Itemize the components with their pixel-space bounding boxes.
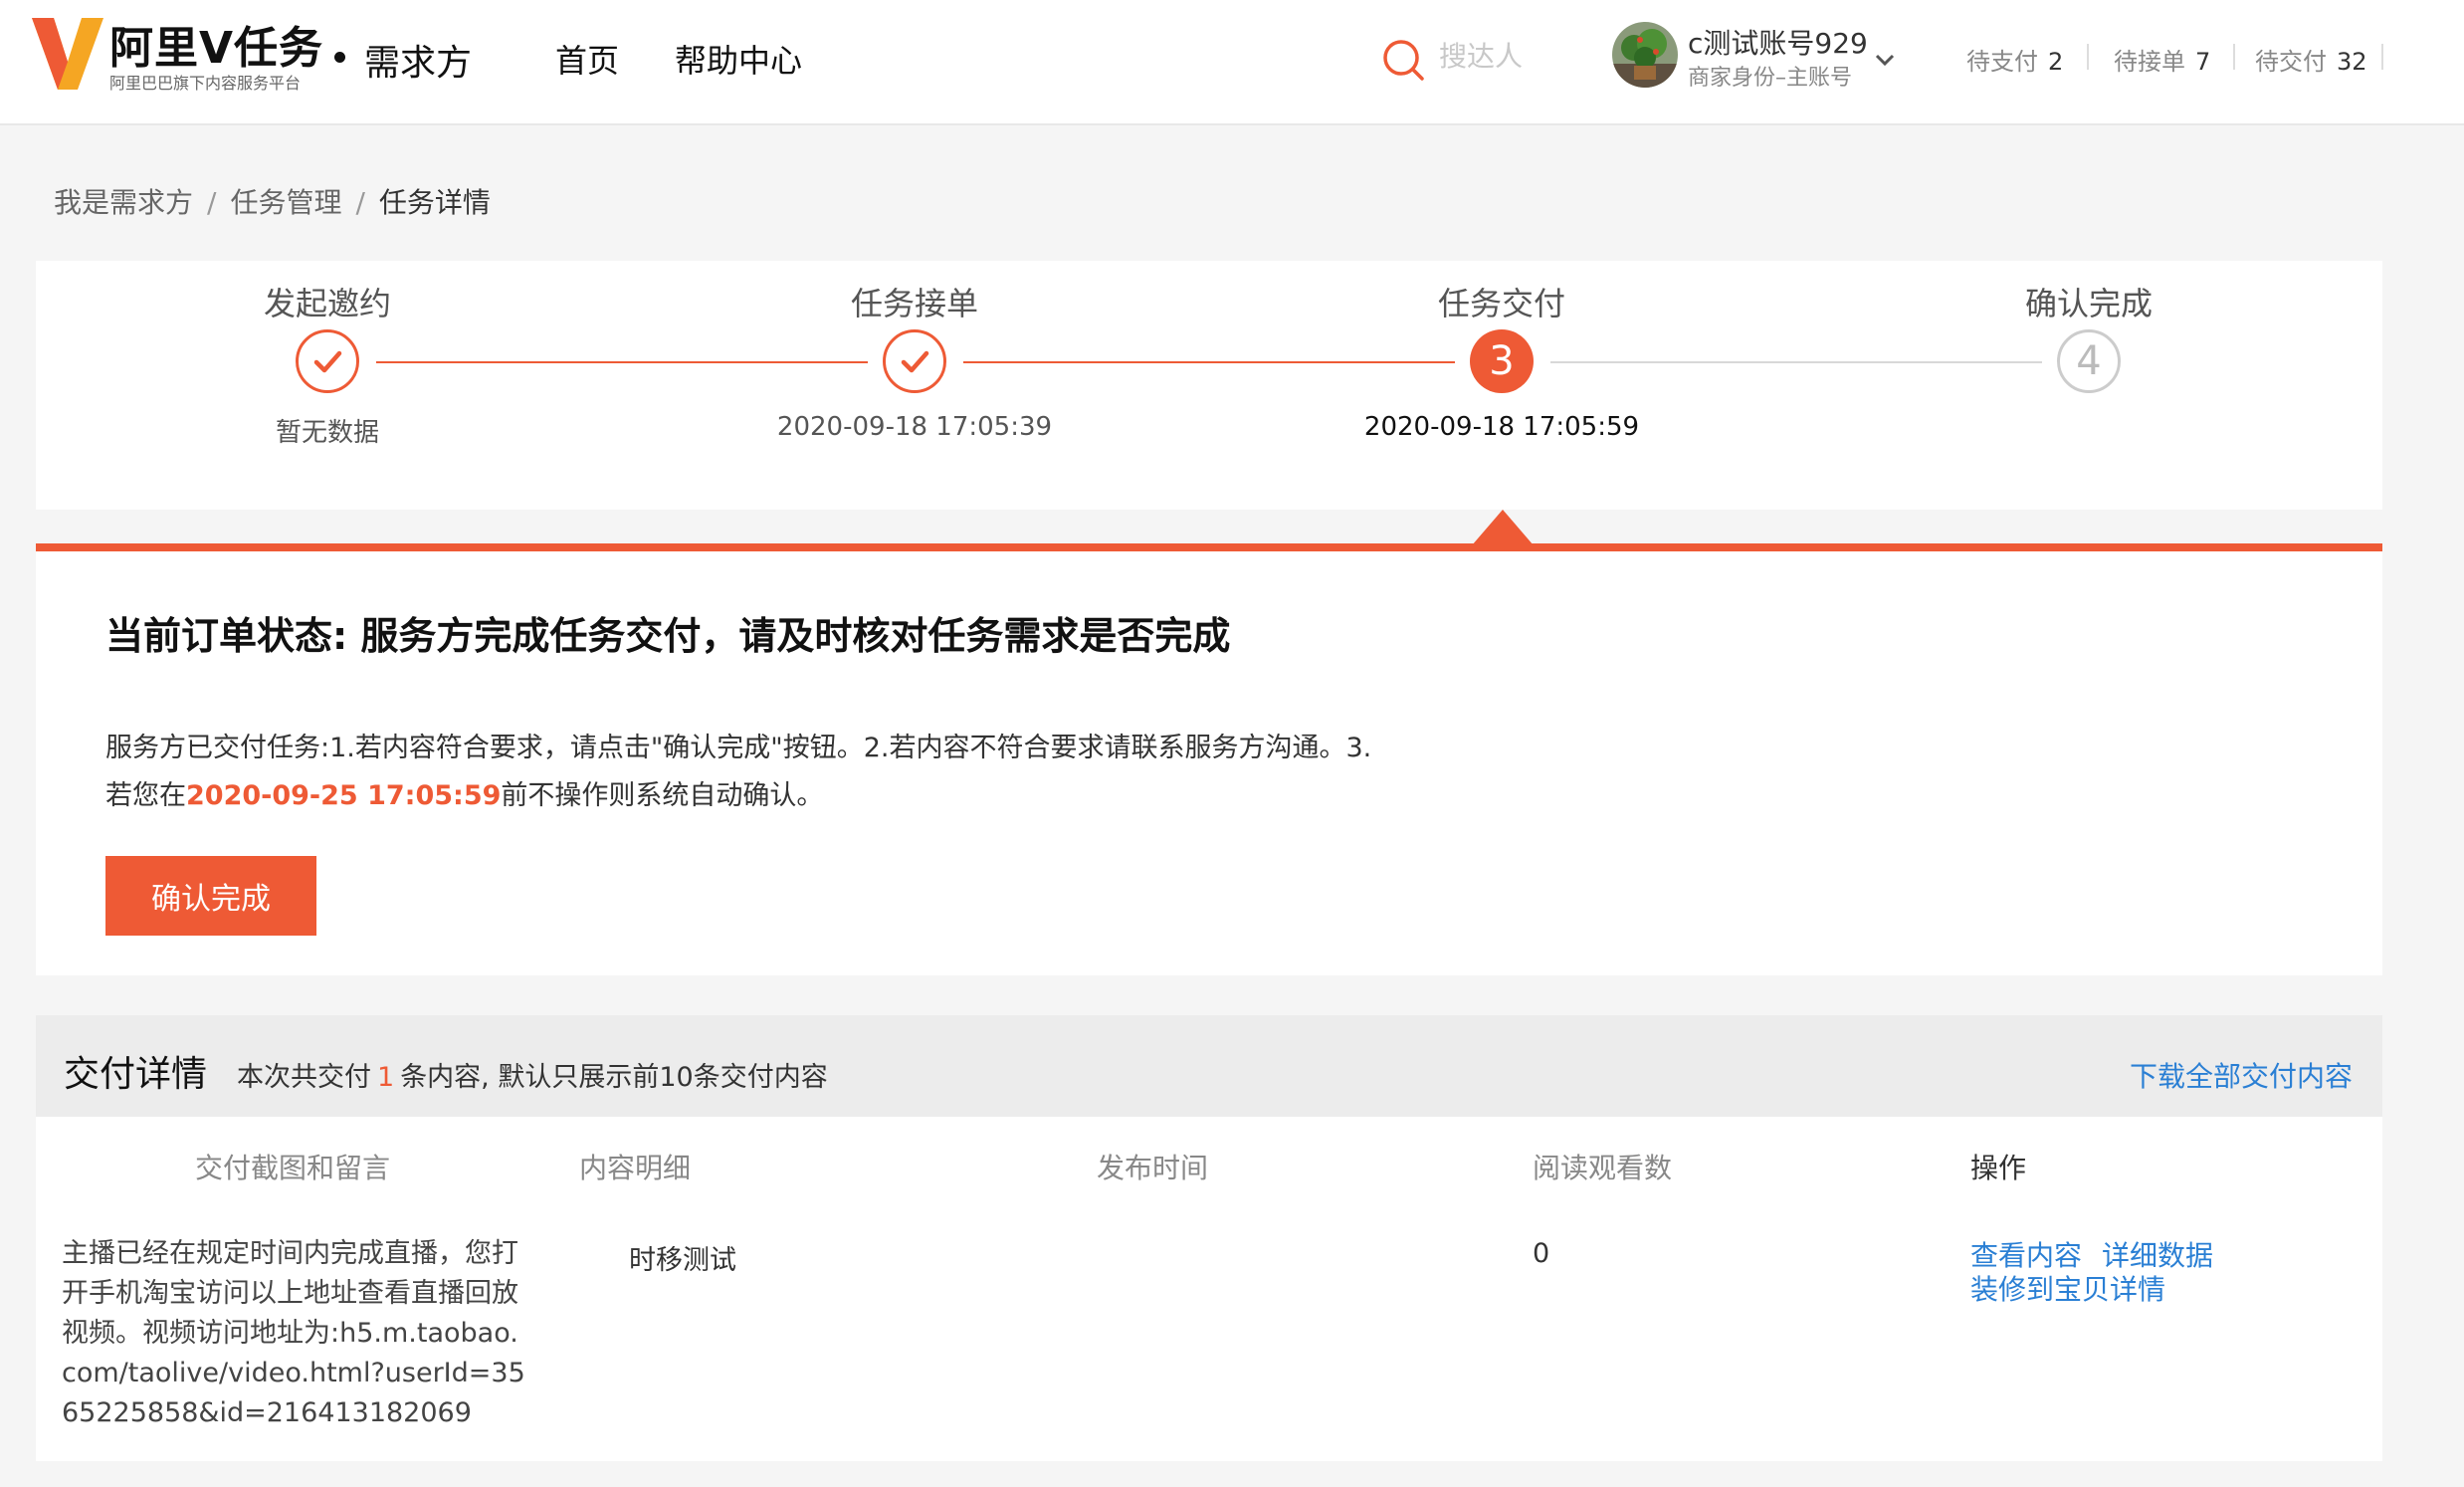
- breadcrumb-item[interactable]: 我是需求方: [54, 186, 193, 219]
- active-step-pointer: [1472, 510, 1534, 545]
- nav-help-center[interactable]: 帮助中心: [675, 36, 802, 82]
- avatar[interactable]: [1612, 22, 1678, 88]
- breadcrumb-item[interactable]: 任务管理: [230, 186, 341, 219]
- role-label: 需求方: [364, 43, 473, 84]
- logo-dot: [334, 52, 345, 63]
- step-label: 确认完成: [2024, 285, 2154, 322]
- check-icon: [313, 350, 342, 373]
- step-done-marker: [296, 329, 359, 393]
- content-detail: 时移测试: [629, 1245, 736, 1276]
- step-label: 任务接单: [850, 285, 979, 322]
- logo-subtitle: 阿里巴巴旗下内容服务平台: [109, 74, 302, 93]
- stat-divider: [2087, 44, 2089, 70]
- check-icon: [901, 350, 929, 373]
- step-label: 任务交付: [1437, 285, 1566, 322]
- top-header: 阿里V任务 阿里巴巴旗下内容服务平台 需求方 首页 帮助中心 c测试账号929 …: [0, 0, 2464, 125]
- step-active-marker: 3: [1470, 329, 1534, 393]
- order-status-description: 服务方已交付任务:1.若内容符合要求，请点击"确认完成"按钮。2.若内容不符合要…: [105, 725, 1371, 820]
- account-name[interactable]: c测试账号929: [1688, 22, 1868, 62]
- search-input[interactable]: [1439, 34, 1568, 78]
- breadcrumb-separator: /: [207, 186, 217, 219]
- step-connector: [376, 361, 868, 363]
- step-time: 2020-09-18 17:05:59: [1363, 412, 1640, 442]
- status-desc-line: 若您在2020-09-25 17:05:59前不操作则系统自动确认。: [105, 780, 824, 811]
- avatar-image-icon: [1612, 22, 1678, 88]
- delivery-count: 1: [377, 1062, 395, 1093]
- confirm-complete-button[interactable]: 确认完成: [105, 856, 316, 936]
- download-all-link[interactable]: 下载全部交付内容: [2130, 1055, 2353, 1095]
- column-header: 操作: [1970, 1152, 2027, 1184]
- stat-pending-delivery[interactable]: 待交付 32: [2255, 42, 2367, 77]
- stat-divider: [2233, 44, 2235, 70]
- column-header: 内容明细: [579, 1152, 692, 1184]
- step-connector: [1550, 361, 2042, 363]
- account-role: 商家身份–主账号: [1688, 66, 1853, 91]
- breadcrumb-separator: /: [355, 186, 365, 219]
- stat-pending-payment[interactable]: 待支付 2: [1966, 42, 2063, 77]
- auto-confirm-deadline: 2020-09-25 17:05:59: [186, 780, 502, 811]
- step-time: 暂无数据: [275, 418, 380, 448]
- delivery-message: 主播已经在规定时间内完成直播，您打开手机淘宝访问以上地址查看直播回放视频。视频访…: [62, 1238, 525, 1428]
- breadcrumb: 我是需求方 / 任务管理 / 任务详情: [54, 181, 491, 221]
- stat-divider: [2381, 44, 2383, 70]
- step-done-marker: [883, 329, 946, 393]
- chevron-down-icon[interactable]: [1873, 50, 1897, 70]
- status-desc-line: 服务方已交付任务:1.若内容符合要求，请点击"确认完成"按钮。2.若内容不符合要…: [105, 733, 1372, 763]
- step-label: 发起邀约: [263, 285, 392, 322]
- search-icon[interactable]: [1381, 38, 1425, 82]
- breadcrumb-current: 任务详情: [378, 186, 491, 219]
- delivery-summary: 本次共交付 1 条内容, 默认只展示前10条交付内容: [237, 1062, 828, 1093]
- column-header: 阅读观看数: [1533, 1152, 1673, 1184]
- stat-pending-accept[interactable]: 待接单 7: [2114, 42, 2210, 77]
- nav-home[interactable]: 首页: [555, 36, 619, 82]
- delivery-details-title: 交付详情: [64, 1054, 208, 1095]
- step-todo-marker: 4: [2057, 329, 2121, 393]
- logo-v-icon[interactable]: [32, 18, 103, 90]
- step-time: 2020-09-18 17:05:39: [776, 412, 1053, 442]
- decorate-product-detail-link[interactable]: 装修到宝贝详情: [1970, 1268, 2165, 1308]
- view-count: 0: [1533, 1238, 1550, 1269]
- step-connector: [963, 361, 1455, 363]
- logo-title[interactable]: 阿里V任务: [109, 12, 323, 76]
- column-header: 交付截图和留言: [195, 1152, 391, 1184]
- order-status-title: 当前订单状态: 服务方完成任务交付，请及时核对任务需求是否完成: [105, 614, 1231, 658]
- column-header: 发布时间: [1097, 1152, 1209, 1184]
